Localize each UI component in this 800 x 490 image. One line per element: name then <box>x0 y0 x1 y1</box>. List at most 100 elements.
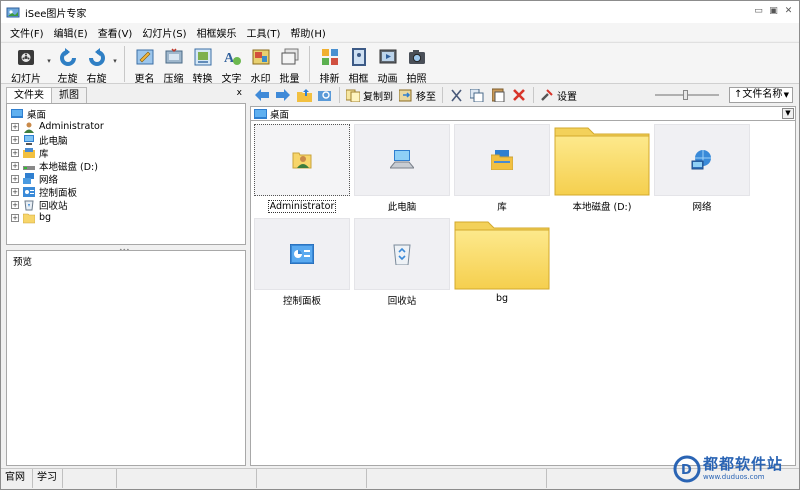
app-logo-icon <box>6 7 20 18</box>
tree-item-network[interactable]: + 网络 <box>11 172 58 186</box>
arrange-icon <box>319 46 341 68</box>
arrange-button[interactable]: 排新 <box>315 46 344 85</box>
rename-button[interactable]: 更名 <box>130 46 159 85</box>
tab-folders[interactable]: 文件夹 <box>6 87 52 103</box>
slideshow-button[interactable]: 幻灯片 <box>7 46 45 85</box>
app-window: iSee图片专家 ▭ ▣ ✕ 文件(F) 编辑(E) 查看(V) 幻灯片(S) … <box>0 0 800 490</box>
cut-button[interactable] <box>448 87 464 103</box>
expand-icon[interactable]: + <box>11 174 19 183</box>
tree-item-bg[interactable]: + bg <box>11 211 51 224</box>
thumbnail-frame[interactable] <box>454 124 550 196</box>
thumbnail-item[interactable]: bg <box>454 218 550 304</box>
close-button[interactable]: ✕ <box>782 5 795 18</box>
site-logo-icon: D <box>673 455 701 483</box>
maximize-button[interactable]: ▣ <box>767 5 780 18</box>
menu-tools[interactable]: 工具(T) <box>242 25 286 40</box>
frame-label: 相框 <box>348 74 369 85</box>
tree-label: 库 <box>39 148 49 160</box>
thumbnail-item[interactable]: 此电脑 <box>354 124 450 213</box>
menu-file[interactable]: 文件(F) <box>5 25 49 40</box>
minimize-button[interactable]: ▭ <box>752 5 765 18</box>
menu-view[interactable]: 查看(V) <box>93 25 138 40</box>
expand-icon[interactable]: + <box>11 187 19 196</box>
sort-select[interactable]: ↑文件名称 ▼ <box>729 87 793 103</box>
expand-icon[interactable]: + <box>11 213 19 222</box>
thumbnail-frame[interactable] <box>654 124 750 196</box>
tree-item-local-disk[interactable]: + 本地磁盘 (D:) <box>11 159 98 173</box>
forward-button[interactable] <box>275 87 291 103</box>
capture-button[interactable]: 拍照 <box>402 46 431 85</box>
compress-button[interactable]: 压缩 <box>159 46 188 85</box>
frame-button[interactable]: 相框 <box>344 46 373 85</box>
move-to-icon <box>399 89 412 101</box>
rotate-left-button[interactable]: 左旋 <box>53 46 82 85</box>
thumbnail-frame[interactable] <box>254 124 350 196</box>
address-path: 桌面 <box>270 109 290 121</box>
watermark-button[interactable]: 水印 <box>246 46 275 85</box>
tree-label: 此电脑 <box>39 135 68 147</box>
wrench-icon <box>541 89 553 101</box>
expand-icon[interactable]: + <box>11 135 19 144</box>
menu-edit[interactable]: 编辑(E) <box>49 25 93 40</box>
thumbnail-label: 回收站 <box>387 296 417 307</box>
rotate-left-label: 左旋 <box>57 74 78 85</box>
expand-icon[interactable]: + <box>11 161 19 170</box>
thumbnail-frame[interactable] <box>354 218 450 290</box>
thumbnail-item[interactable]: 网络 <box>654 124 750 213</box>
thumbnail-frame[interactable] <box>254 218 350 290</box>
status-learn-link[interactable]: 学习 <box>33 469 63 488</box>
preview-panel: 预览 <box>6 250 246 466</box>
zoom-slider-thumb[interactable] <box>683 90 688 100</box>
menu-slideshow[interactable]: 幻灯片(S) <box>137 25 191 40</box>
settings-label[interactable]: 设置 <box>557 88 577 103</box>
batch-button[interactable]: 批量 <box>275 46 304 85</box>
thumbnail-item[interactable]: Administrator <box>254 124 350 213</box>
copy-to-label[interactable]: 复制到 <box>363 88 393 103</box>
status-cell <box>257 469 367 488</box>
tab-album[interactable]: 抓图 <box>52 87 87 103</box>
thumbnail-frame[interactable] <box>554 124 650 196</box>
tree-item-desktop[interactable]: 桌面 <box>11 107 46 121</box>
thumbnail-frame[interactable] <box>354 124 450 196</box>
animation-button[interactable]: 动画 <box>373 46 402 85</box>
status-website-link[interactable]: 官网 <box>1 469 33 488</box>
move-to-button[interactable] <box>398 87 414 103</box>
thumbnail-label: 网络 <box>692 202 712 213</box>
rotate-right-button[interactable]: 右旋 <box>82 46 111 85</box>
panel-close-icon[interactable]: x <box>237 88 242 98</box>
expand-icon[interactable]: + <box>11 200 19 209</box>
up-folder-button[interactable] <box>296 87 312 103</box>
thumbnail-item[interactable]: 回收站 <box>354 218 450 307</box>
browser-toolbar: 复制到 移至 设置 ↑文件名称 ▼ <box>249 85 797 105</box>
tree-item-control-panel[interactable]: + 控制面板 <box>11 185 77 199</box>
rename-label: 更名 <box>134 74 155 85</box>
paste-button[interactable] <box>490 87 506 103</box>
expand-icon[interactable]: + <box>11 122 19 131</box>
back-button[interactable] <box>254 87 270 103</box>
batch-icon <box>279 46 301 68</box>
tree-item-this-pc[interactable]: + 此电脑 <box>11 133 68 147</box>
copy-to-button[interactable] <box>345 87 361 103</box>
text-button[interactable]: A 文字 <box>217 46 246 85</box>
thumbnail-frame[interactable] <box>454 218 550 290</box>
thumbnail-item[interactable]: 控制面板 <box>254 218 350 307</box>
rotate-dropdown-icon[interactable]: ▾ <box>111 57 119 65</box>
move-to-label[interactable]: 移至 <box>416 88 436 103</box>
tree-item-administrator[interactable]: + Administrator <box>11 120 104 133</box>
copy-button[interactable] <box>469 87 485 103</box>
window-controls: ▭ ▣ ✕ <box>752 5 795 18</box>
menu-help[interactable]: 帮助(H) <box>285 25 330 40</box>
convert-button[interactable]: 转换 <box>188 46 217 85</box>
menu-frame-fun[interactable]: 相框娱乐 <box>192 25 242 40</box>
tree-item-library[interactable]: + 库 <box>11 146 49 160</box>
tree-item-recycle-bin[interactable]: + 回收站 <box>11 198 68 212</box>
slideshow-dropdown-icon[interactable]: ▾ <box>45 57 53 65</box>
expand-icon[interactable]: + <box>11 148 19 157</box>
address-bar[interactable]: 桌面 ▼ <box>250 106 796 121</box>
address-dropdown-icon[interactable]: ▼ <box>782 108 794 119</box>
refresh-button[interactable] <box>317 87 333 103</box>
settings-button[interactable] <box>539 87 555 103</box>
thumbnail-item[interactable]: 本地磁盘 (D:) <box>554 124 650 213</box>
delete-button[interactable] <box>511 87 527 103</box>
thumbnail-item[interactable]: 库 <box>454 124 550 213</box>
